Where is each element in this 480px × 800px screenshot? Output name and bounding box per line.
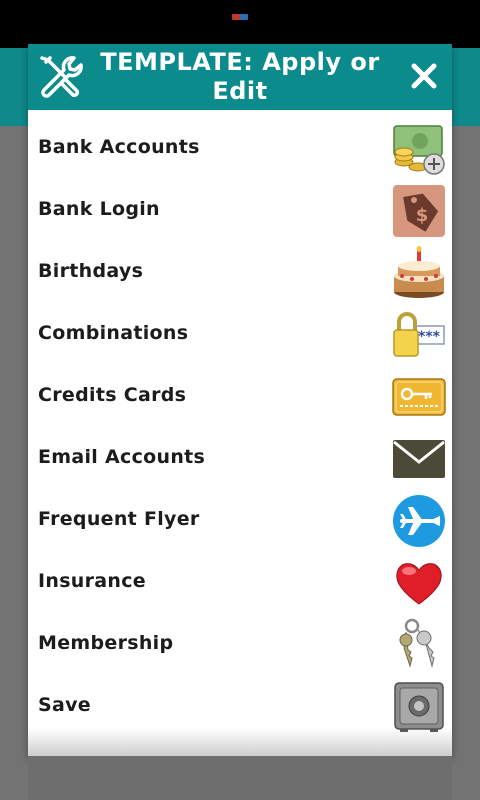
template-item-label: Credits Cards xyxy=(38,384,187,406)
status-bar xyxy=(0,0,480,48)
template-item-insurance[interactable]: Insurance xyxy=(28,551,452,613)
template-item-birthdays[interactable]: Birthdays xyxy=(28,241,452,303)
template-dialog: TEMPLATE: Apply or Edit Bank Accounts Ba… xyxy=(28,44,452,756)
template-item-bank-accounts[interactable]: Bank Accounts xyxy=(28,117,452,179)
template-item-frequent-flyer[interactable]: Frequent Flyer xyxy=(28,489,452,551)
airplane-icon xyxy=(393,495,445,547)
money-icon xyxy=(393,125,445,175)
template-item-label: Frequent Flyer xyxy=(38,508,200,530)
heart-icon xyxy=(396,563,442,605)
template-item-label: Insurance xyxy=(38,570,146,592)
template-item-label: Save xyxy=(38,694,91,716)
close-icon[interactable] xyxy=(402,54,446,98)
template-item-label: Membership xyxy=(38,632,174,654)
credit-card-icon xyxy=(392,378,446,416)
birthday-cake-icon xyxy=(394,246,444,298)
template-list: Bank Accounts Bank Login $ Birthdays Com… xyxy=(28,117,452,737)
keys-icon xyxy=(399,618,435,668)
template-item-label: Birthdays xyxy=(38,260,144,282)
template-item-credit-cards[interactable]: Credits Cards xyxy=(28,365,452,427)
svg-text:$: $ xyxy=(416,205,429,226)
template-item-membership[interactable]: Membership xyxy=(28,613,452,675)
envelope-icon xyxy=(393,440,445,478)
dimmed-bottom-area xyxy=(28,756,452,800)
dollar-tag-icon: $ xyxy=(393,185,445,237)
template-item-label: Email Accounts xyxy=(38,446,206,468)
dialog-title: TEMPLATE: Apply or Edit xyxy=(100,48,380,105)
template-item-email-accounts[interactable]: Email Accounts xyxy=(28,427,452,489)
notification-indicator-icon xyxy=(232,14,248,20)
template-item-label: Combinations xyxy=(38,322,189,344)
safe-icon xyxy=(394,682,444,732)
padlock-password-icon: *** xyxy=(393,312,445,357)
template-item-label: Bank Login xyxy=(38,198,160,220)
template-item-bank-login[interactable]: Bank Login $ xyxy=(28,179,452,241)
template-item-combinations[interactable]: Combinations *** xyxy=(28,303,452,365)
tools-icon xyxy=(40,56,83,98)
svg-text:***: *** xyxy=(418,329,441,345)
list-fade-overlay xyxy=(28,728,452,756)
dialog-header: TEMPLATE: Apply or Edit xyxy=(28,44,452,110)
template-item-label: Bank Accounts xyxy=(38,136,200,158)
